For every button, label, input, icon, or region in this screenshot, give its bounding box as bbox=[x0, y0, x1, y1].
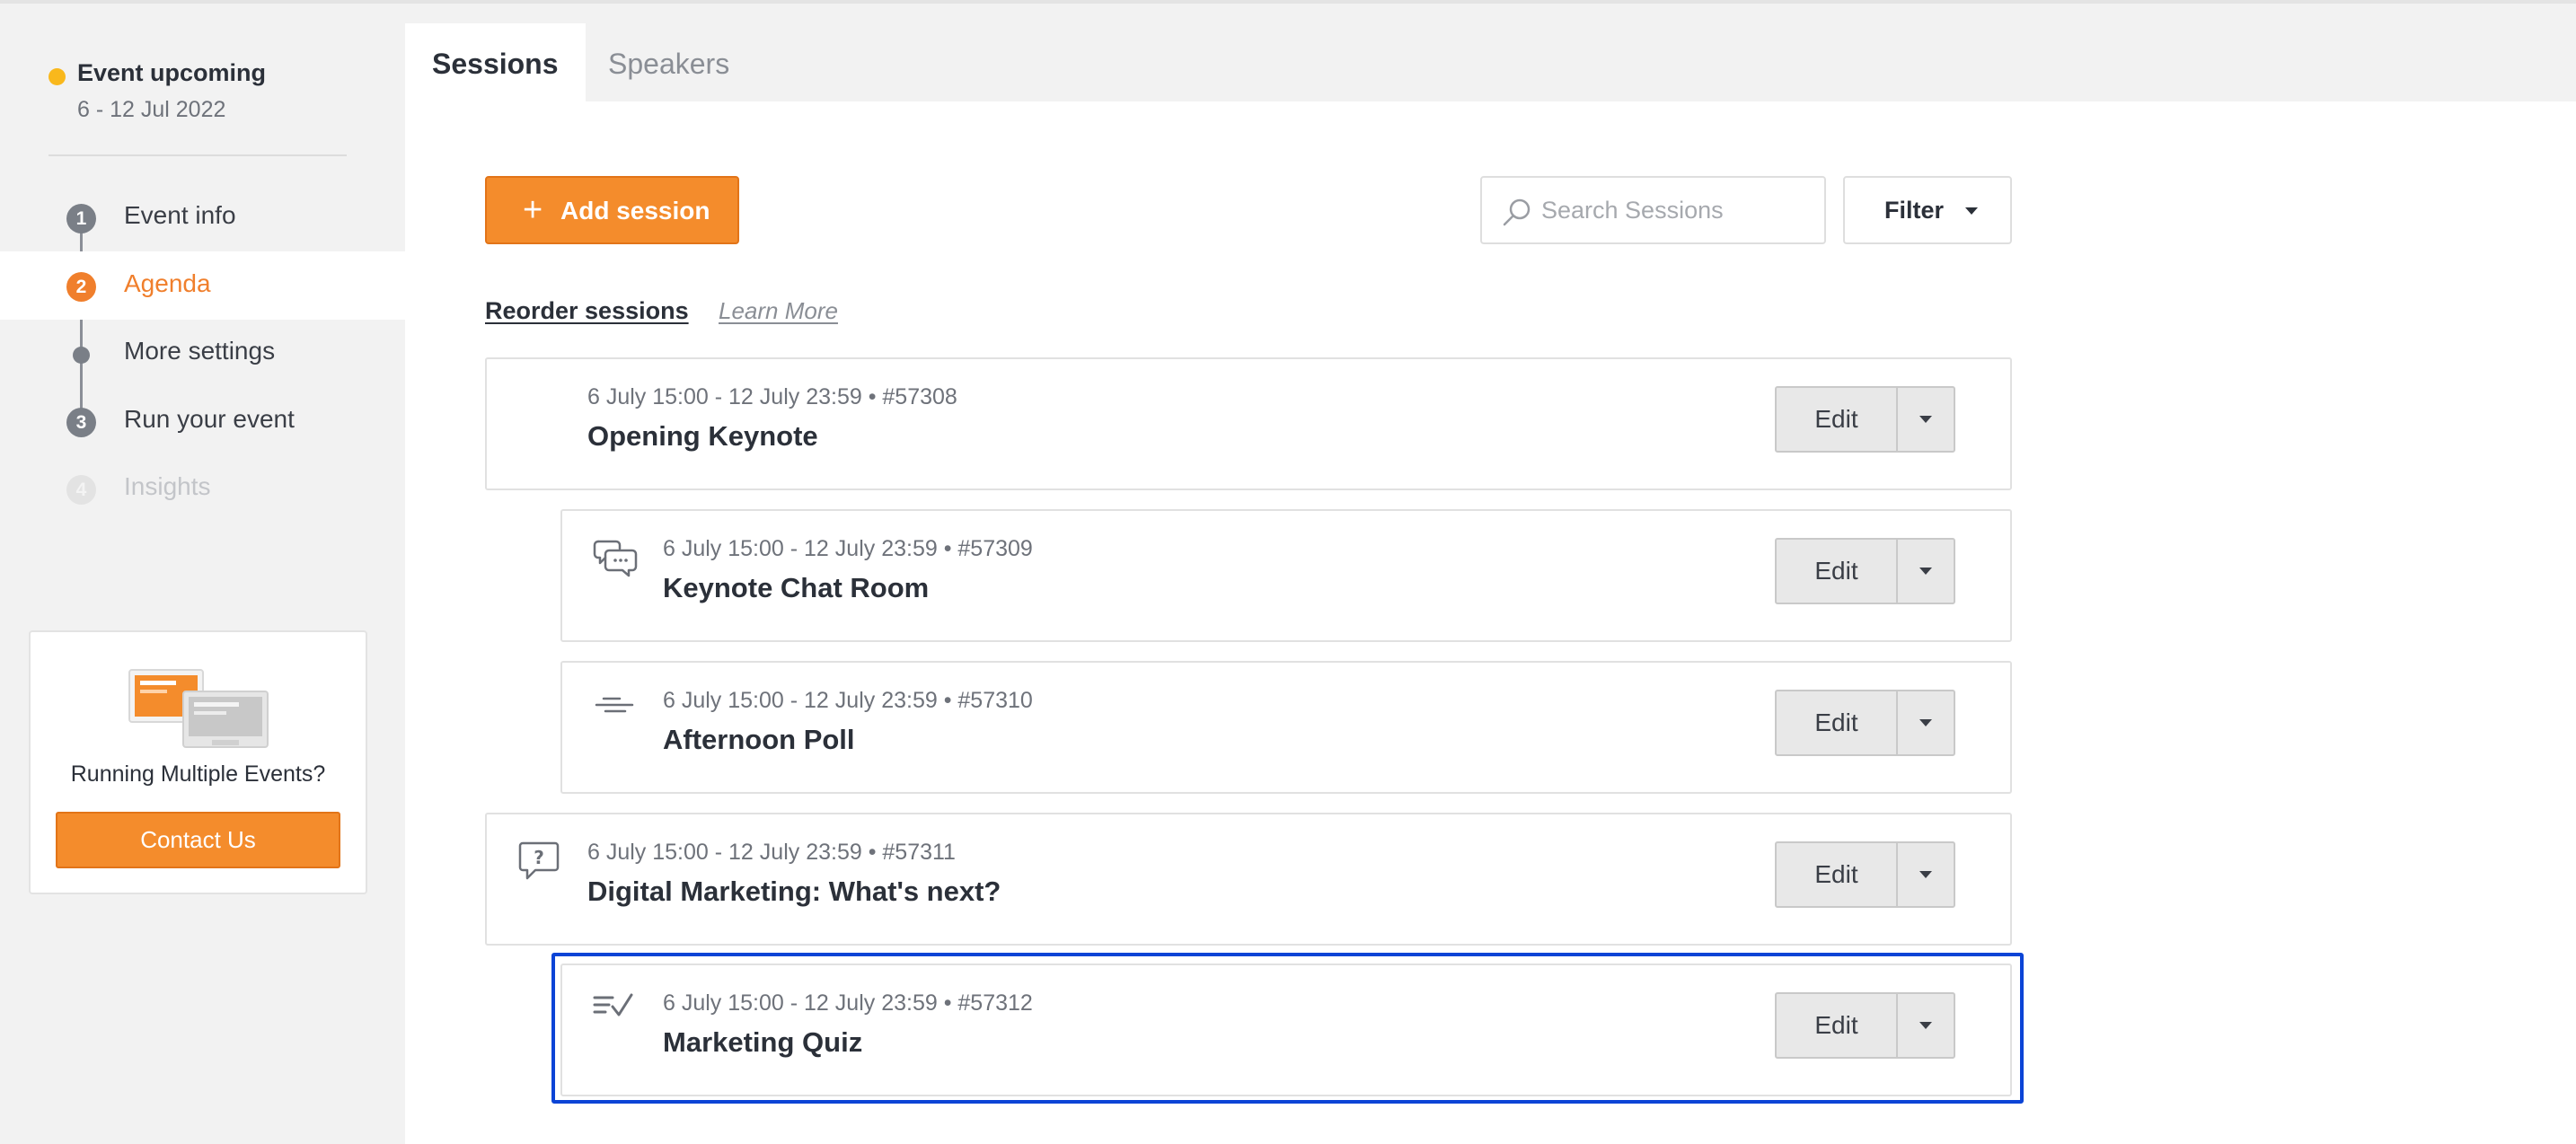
step-number: 1 bbox=[66, 204, 96, 233]
edit-button[interactable]: Edit bbox=[1777, 843, 1898, 906]
step-label: Agenda bbox=[124, 269, 211, 297]
edit-split-button: Edit bbox=[1775, 690, 1955, 756]
session-card[interactable]: 6 July 15:00 - 12 July 23:59 • #57310 Af… bbox=[560, 661, 2012, 794]
session-meta: 6 July 15:00 - 12 July 23:59 • #57310 bbox=[663, 688, 1033, 713]
edit-dropdown-toggle[interactable] bbox=[1898, 540, 1954, 603]
tab-sessions[interactable]: Sessions bbox=[405, 23, 586, 105]
poll-icon bbox=[595, 697, 634, 713]
add-session-label: Add session bbox=[560, 197, 710, 224]
selection-highlight bbox=[551, 953, 2024, 1104]
chevron-down-icon bbox=[1965, 207, 1978, 215]
session-meta: 6 July 15:00 - 12 July 23:59 • #57308 bbox=[587, 384, 957, 409]
question-icon: ? bbox=[518, 841, 560, 880]
step-more-settings[interactable]: More settings bbox=[0, 319, 405, 387]
plus-icon: + bbox=[523, 191, 543, 229]
chevron-down-icon bbox=[1919, 416, 1932, 423]
chevron-down-icon bbox=[1919, 568, 1932, 575]
edit-split-button: Edit bbox=[1775, 538, 1955, 604]
step-number: 4 bbox=[66, 475, 96, 505]
search-sessions-input[interactable] bbox=[1541, 178, 1815, 242]
contact-us-button[interactable]: Contact Us bbox=[56, 812, 340, 868]
multi-event-promo: Running Multiple Events? Contact Us bbox=[29, 630, 367, 894]
status-dot bbox=[49, 68, 66, 85]
session-card[interactable]: 6 July 15:00 - 12 July 23:59 • #57308 Op… bbox=[485, 357, 2012, 490]
edit-split-button: Edit bbox=[1775, 841, 1955, 908]
step-run-your-event[interactable]: 3 Run your event bbox=[0, 387, 405, 455]
reorder-sessions-link[interactable]: Reorder sessions bbox=[485, 297, 689, 325]
edit-dropdown-toggle[interactable] bbox=[1898, 691, 1954, 754]
event-dates: 6 - 12 Jul 2022 bbox=[77, 97, 226, 122]
session-meta: 6 July 15:00 - 12 July 23:59 • #57311 bbox=[587, 840, 956, 865]
step-agenda[interactable]: 2 Agenda bbox=[0, 251, 405, 320]
step-number: 3 bbox=[66, 408, 96, 437]
filter-button[interactable]: Filter bbox=[1843, 176, 2012, 244]
session-card[interactable]: ? 6 July 15:00 - 12 July 23:59 • #57311 … bbox=[485, 813, 2012, 946]
edit-dropdown-toggle[interactable] bbox=[1898, 388, 1954, 451]
search-icon bbox=[1503, 198, 1531, 226]
chat-icon bbox=[593, 540, 638, 577]
chevron-down-icon bbox=[1919, 719, 1932, 726]
event-status-label: Event upcoming bbox=[77, 59, 267, 86]
step-insights: 4 Insights bbox=[0, 454, 405, 523]
promo-text: Running Multiple Events? bbox=[70, 761, 326, 787]
screens-illustration-icon bbox=[128, 669, 269, 748]
learn-more-link[interactable]: Learn More bbox=[719, 297, 838, 325]
edit-split-button: Edit bbox=[1775, 386, 1955, 453]
session-meta: 6 July 15:00 - 12 July 23:59 • #57309 bbox=[663, 536, 1033, 561]
step-label: More settings bbox=[124, 337, 276, 365]
add-session-button[interactable]: + Add session bbox=[485, 176, 739, 244]
chevron-down-icon bbox=[1919, 871, 1932, 878]
session-title: Afternoon Poll bbox=[663, 724, 855, 755]
step-label: Insights bbox=[124, 472, 211, 500]
session-title: Keynote Chat Room bbox=[663, 572, 930, 603]
step-event-info[interactable]: 1 Event info bbox=[0, 183, 405, 251]
session-card[interactable]: 6 July 15:00 - 12 July 23:59 • #57309 Ke… bbox=[560, 509, 2012, 642]
step-label: Event info bbox=[124, 201, 236, 229]
tab-speakers[interactable]: Speakers bbox=[581, 23, 756, 105]
tab-bar: Sessions Speakers bbox=[405, 0, 2576, 105]
edit-button[interactable]: Edit bbox=[1777, 388, 1898, 451]
search-box bbox=[1480, 176, 1826, 244]
step-number: 2 bbox=[66, 272, 96, 302]
session-title: Opening Keynote bbox=[587, 420, 818, 452]
sidebar: Event upcoming 6 - 12 Jul 2022 1 Event i… bbox=[0, 0, 405, 1144]
edit-button[interactable]: Edit bbox=[1777, 691, 1898, 754]
sidebar-divider bbox=[49, 154, 347, 156]
session-title: Digital Marketing: What's next? bbox=[587, 876, 1001, 907]
step-label: Run your event bbox=[124, 405, 295, 433]
svg-text:?: ? bbox=[534, 847, 544, 868]
substep-dot bbox=[73, 347, 90, 364]
edit-button[interactable]: Edit bbox=[1777, 540, 1898, 603]
filter-label: Filter bbox=[1884, 197, 1945, 224]
edit-dropdown-toggle[interactable] bbox=[1898, 843, 1954, 906]
